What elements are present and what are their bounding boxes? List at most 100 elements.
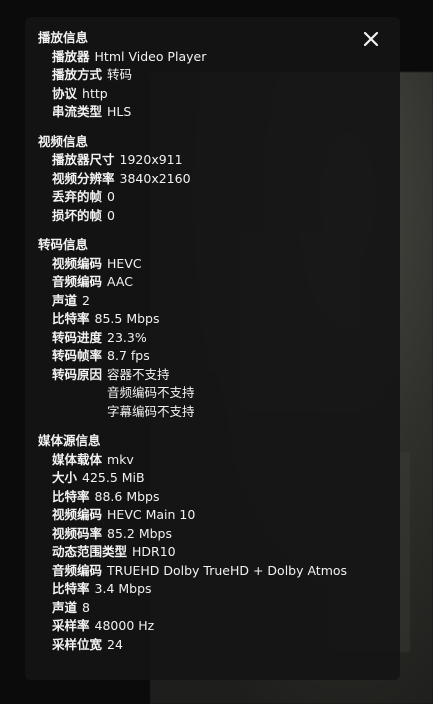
- info-values: HDR10: [132, 543, 176, 562]
- info-label: 串流类型: [52, 104, 103, 119]
- info-label: 播放器: [52, 48, 90, 64]
- info-row: 声道 2: [38, 292, 400, 311]
- info-row: 损坏的帧 0: [38, 207, 400, 226]
- close-button[interactable]: [358, 26, 384, 52]
- info-values: 425.5 MiB: [82, 469, 145, 488]
- info-row: 比特率 3.4 Mbps: [38, 580, 400, 599]
- info-label: 转码进度: [52, 329, 103, 345]
- info-value: HEVC Main 10: [107, 507, 196, 522]
- info-values: HEVC: [107, 255, 142, 274]
- info-values: 48000 Hz: [95, 617, 155, 636]
- info-value: 23.3%: [107, 329, 147, 345]
- info-value: HDR10: [132, 544, 176, 559]
- info-value: 3840x2160: [119, 170, 191, 186]
- info-values: Html Video Player: [95, 48, 207, 67]
- info-label: 转码原因: [52, 366, 103, 382]
- info-value: 字幕编码不支持: [107, 403, 195, 419]
- info-values: 0: [107, 188, 115, 207]
- info-value: 425.5 MiB: [82, 470, 145, 485]
- info-value: 8.7 fps: [107, 348, 150, 363]
- info-values: HLS: [107, 103, 131, 122]
- info-row: 音频编码 TRUEHD Dolby TrueHD + Dolby Atmos: [38, 562, 400, 581]
- info-row: 视频分辨率 3840x2160: [38, 170, 400, 189]
- info-row: 转码帧率 8.7 fps: [38, 347, 400, 366]
- info-values: 8: [82, 599, 90, 618]
- info-sections: 播放信息 播放器 Html Video Player 播放方式 转码 协议 http 串流类型…: [38, 29, 400, 654]
- info-values: 88.6 Mbps: [95, 488, 160, 507]
- info-row: 动态范围类型 HDR10: [38, 543, 400, 562]
- info-row: 播放方式 转码: [38, 66, 400, 85]
- info-label: 音频编码: [52, 562, 103, 578]
- info-row: 媒体载体 mkv: [38, 451, 400, 470]
- info-label: 丢弃的帧: [52, 189, 103, 204]
- info-row: 视频编码 HEVC: [38, 255, 400, 274]
- info-value: mkv: [107, 451, 134, 467]
- info-label: 比特率: [52, 581, 90, 596]
- info-row: 丢弃的帧 0: [38, 188, 400, 207]
- info-row: 视频码率 85.2 Mbps: [38, 525, 400, 544]
- info-label: 采样位宽: [52, 636, 103, 652]
- info-values: 2: [82, 292, 90, 311]
- info-value: 48000 Hz: [94, 618, 155, 633]
- info-row: 协议 http: [38, 85, 400, 104]
- info-label: 播放方式: [52, 67, 103, 82]
- info-value: 转码: [107, 67, 133, 82]
- info-label: 视频分辨率: [52, 170, 115, 186]
- info-section: 转码信息视频编码 HEVC 音频编码 AAC 声道 2 比特率 85.5 Mbps 转码进度 23…: [38, 236, 400, 421]
- info-label: 大小: [52, 470, 78, 485]
- section-title: 视频信息: [38, 133, 89, 149]
- info-row: 声道 8: [38, 599, 400, 618]
- info-values: 转码: [107, 66, 132, 85]
- info-value: TRUEHD Dolby TrueHD + Dolby Atmos: [107, 562, 348, 578]
- info-values: http: [82, 85, 108, 104]
- info-value: 88.6 Mbps: [94, 488, 160, 504]
- info-row: 大小 425.5 MiB: [38, 469, 400, 488]
- info-value: 85.2 Mbps: [107, 525, 172, 541]
- info-value: HEVC: [107, 255, 142, 271]
- info-values: TRUEHD Dolby TrueHD + Dolby Atmos: [107, 562, 347, 581]
- info-label: 转码帧率: [52, 348, 103, 363]
- info-label: 音频编码: [52, 274, 103, 289]
- info-label: 协议: [52, 85, 78, 101]
- info-values: 0: [107, 207, 115, 226]
- info-value: 3.4 Mbps: [94, 581, 152, 596]
- info-row: 转码原因 容器不支持 音频编码不支持 字幕编码不支持: [38, 366, 400, 422]
- section-title: 转码信息: [38, 237, 89, 252]
- info-value: 24: [107, 636, 123, 652]
- info-label: 视频编码: [52, 507, 103, 522]
- section-title: 媒体源信息: [38, 433, 101, 448]
- info-values: 容器不支持 音频编码不支持 字幕编码不支持: [107, 366, 195, 422]
- info-row: 视频编码 HEVC Main 10: [38, 506, 400, 525]
- info-row: 采样位宽 24: [38, 636, 400, 655]
- info-value: 85.5 Mbps: [94, 311, 160, 326]
- info-values: 85.2 Mbps: [107, 525, 172, 544]
- info-label: 比特率: [52, 488, 90, 504]
- info-section: 播放信息 播放器 Html Video Player 播放方式 转码 协议 http 串流类型…: [38, 29, 400, 122]
- info-value: HLS: [107, 104, 132, 119]
- info-section: 视频信息 播放器尺寸 1920x911 视频分辨率 3840x2160 丢弃的帧 0 损坏的帧…: [38, 133, 400, 226]
- info-values: 24: [107, 636, 123, 655]
- info-row: 音频编码 AAC: [38, 273, 400, 292]
- info-values: 85.5 Mbps: [95, 310, 160, 329]
- info-values: 8.7 fps: [107, 347, 150, 366]
- info-row: 比特率 88.6 Mbps: [38, 488, 400, 507]
- info-value: http: [82, 85, 108, 101]
- info-value: Html Video Player: [94, 48, 207, 64]
- close-icon: [363, 31, 379, 47]
- info-row: 比特率 85.5 Mbps: [38, 310, 400, 329]
- info-values: AAC: [107, 273, 133, 292]
- info-values: HEVC Main 10: [107, 506, 195, 525]
- info-label: 声道: [52, 599, 78, 615]
- info-label: 比特率: [52, 311, 90, 326]
- info-row: 采样率 48000 Hz: [38, 617, 400, 636]
- info-row: 播放器尺寸 1920x911: [38, 151, 400, 170]
- info-value: 音频编码不支持: [107, 385, 195, 400]
- info-values: 23.3%: [107, 329, 147, 348]
- info-label: 视频码率: [52, 525, 103, 541]
- info-value: AAC: [107, 274, 133, 289]
- info-label: 声道: [52, 292, 78, 308]
- info-value: 8: [82, 599, 90, 615]
- info-row: 转码进度 23.3%: [38, 329, 400, 348]
- info-values: mkv: [107, 451, 134, 470]
- info-row: 播放器 Html Video Player: [38, 48, 400, 67]
